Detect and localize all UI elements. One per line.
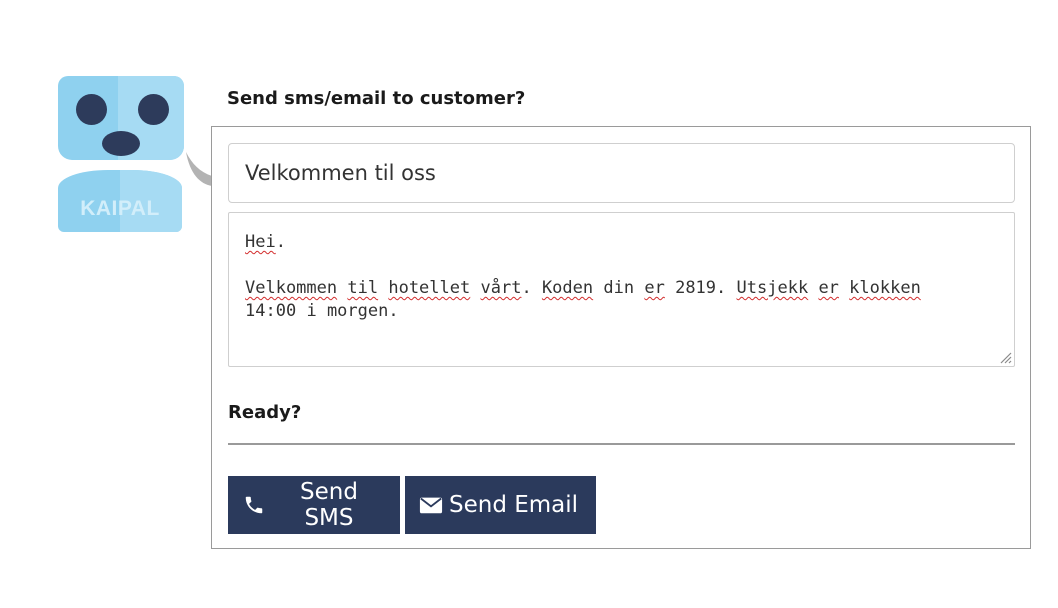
- mascot-head: [58, 76, 184, 160]
- send-sms-button[interactable]: Send SMS: [228, 476, 400, 534]
- send-email-button[interactable]: Send Email: [405, 476, 596, 534]
- prompt-title: Send sms/email to customer?: [227, 88, 526, 109]
- misspelled-word: Koden: [541, 278, 594, 298]
- message-line: Hei.: [245, 232, 286, 252]
- resize-grip-icon[interactable]: [998, 350, 1012, 364]
- misspelled-word: vårt: [480, 278, 522, 298]
- speech-bubble-tail: [186, 152, 212, 186]
- phone-icon: [242, 493, 266, 517]
- misspelled-word: er: [818, 278, 839, 298]
- mascot-right-eye: [138, 94, 169, 125]
- misspelled-word: hotellet: [388, 278, 471, 298]
- misspelled-word: er: [644, 278, 665, 298]
- misspelled-word: Utsjekk: [736, 278, 809, 298]
- misspelled-word: Velkommen: [245, 278, 338, 298]
- mascot-brand-text: KAIPAL: [80, 197, 160, 220]
- send-email-label: Send Email: [449, 492, 579, 518]
- ready-divider: [228, 443, 1015, 445]
- kaipal-mascot-logo: KAIPAL: [57, 76, 184, 232]
- envelope-icon: [419, 493, 443, 517]
- message-line: 14:00 i morgen.: [245, 301, 399, 321]
- misspelled-word: Hei: [245, 232, 276, 252]
- message-line: Velkommen til hotellet vårt. Koden din e…: [245, 278, 921, 298]
- mascot-left-eye: [76, 94, 107, 125]
- subject-input[interactable]: [228, 143, 1015, 203]
- misspelled-word: klokken: [849, 278, 921, 298]
- misspelled-word: til: [347, 278, 379, 298]
- mascot-mouth: [102, 131, 140, 156]
- mascot-body: KAIPAL: [58, 170, 182, 232]
- message-textarea[interactable]: Hei. Velkommen til hotellet vårt. Koden …: [228, 212, 1015, 367]
- message-line: [245, 254, 998, 277]
- send-sms-label: Send SMS: [300, 479, 358, 531]
- ready-label: Ready?: [228, 402, 302, 423]
